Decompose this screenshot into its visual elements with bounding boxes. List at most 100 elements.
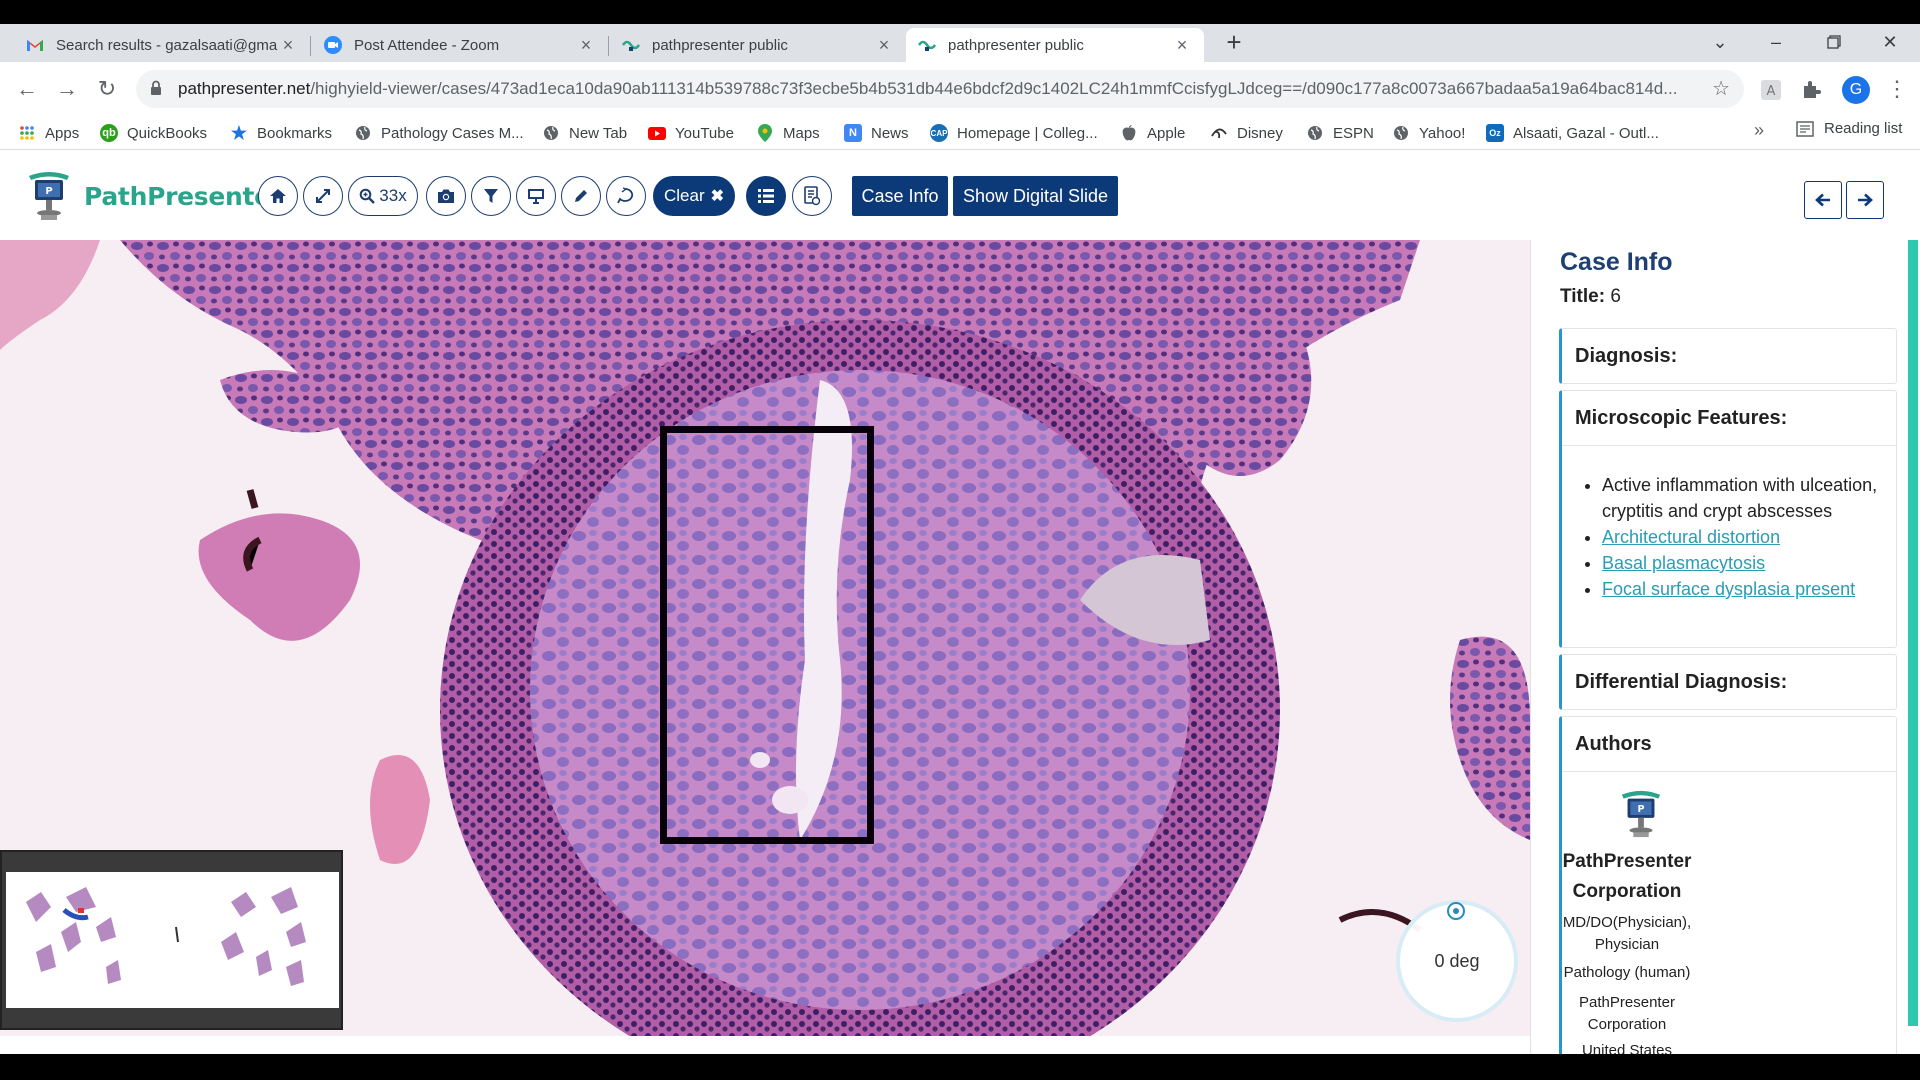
list-view-button[interactable] — [746, 176, 786, 216]
case-info-heading: Case Info — [1560, 248, 1673, 276]
extensions-puzzle-icon[interactable] — [1800, 79, 1822, 101]
close-icon[interactable]: × — [278, 35, 298, 56]
home-button[interactable] — [258, 176, 298, 216]
reload-icon[interactable]: ↻ — [92, 74, 122, 104]
slide-viewer[interactable]: 0 deg — [0, 240, 1530, 1036]
extension-icon[interactable]: A — [1760, 79, 1782, 101]
panel-scrollbar[interactable] — [1908, 240, 1918, 1026]
bookmark-new-tab[interactable]: New Tab — [542, 120, 627, 146]
tab-pathpresenter-1[interactable]: pathpresenter public × — [610, 28, 906, 62]
feature-item[interactable]: Basal plasmacytosis — [1602, 550, 1886, 576]
close-icon[interactable]: × — [874, 35, 894, 56]
feature-item[interactable]: Architectural distortion — [1602, 524, 1886, 550]
zoom-magnifier-icon — [359, 188, 376, 204]
microscopic-features-card[interactable]: Microscopic Features: Active inflammatio… — [1559, 390, 1897, 648]
globe-icon — [1392, 124, 1410, 142]
show-digital-slide-button[interactable]: Show Digital Slide — [953, 176, 1118, 216]
close-icon[interactable]: × — [1172, 35, 1192, 56]
bookmark-outlook[interactable]: Oz Alsaati, Gazal - Outl... — [1486, 120, 1659, 146]
bookmark-espn[interactable]: ESPN — [1306, 120, 1374, 146]
bookmark-yahoo[interactable]: Yahoo! — [1392, 120, 1465, 146]
bookmark-youtube[interactable]: YouTube — [648, 120, 734, 146]
bookmark-maps[interactable]: Maps — [756, 120, 820, 146]
case-title-key: Title: — [1560, 286, 1606, 307]
camera-icon — [438, 189, 454, 203]
new-tab-button[interactable]: + — [1220, 28, 1248, 56]
bookmarks-overflow-icon[interactable]: » — [1754, 120, 1764, 141]
previous-case-button[interactable] — [1804, 181, 1842, 219]
pathpresenter-logo[interactable]: P PathPresenter — [26, 170, 283, 222]
author-specialty: Pathology (human) — [1563, 964, 1691, 981]
bookmark-label: Maps — [783, 124, 820, 142]
globe-icon — [354, 124, 372, 142]
bookmark-pathology-cases[interactable]: Pathology Cases M... — [354, 120, 524, 146]
forward-icon[interactable]: → — [52, 74, 82, 104]
clear-x-icon: ✖ — [710, 188, 725, 205]
filter-button[interactable] — [471, 176, 511, 216]
slide-thumbnail-navigator[interactable] — [0, 850, 343, 1030]
report-button[interactable] — [792, 176, 832, 216]
tab-zoom[interactable]: Post Attendee - Zoom × — [312, 28, 608, 62]
authors-card: Authors P PathPresenter Corporation MD/D… — [1559, 716, 1897, 1054]
pathpresenter-icon — [918, 36, 936, 54]
minimize-button[interactable]: – — [1756, 30, 1796, 54]
tab-pathpresenter-2[interactable]: pathpresenter public × — [906, 28, 1204, 62]
feature-link[interactable]: Focal surface dysplasia present — [1602, 579, 1855, 599]
bookmarks-bar: Apps qb QuickBooks ★ Bookmarks Pathology… — [0, 116, 1920, 150]
present-button[interactable] — [516, 176, 556, 216]
rotation-dial[interactable]: 0 deg — [1396, 900, 1518, 1022]
logo-text: PathPresenter — [84, 181, 283, 211]
feature-item: Active inflammation with ulceation, cryp… — [1602, 472, 1886, 524]
bookmark-news[interactable]: N News — [844, 120, 909, 146]
restore-button[interactable] — [1814, 30, 1854, 54]
next-case-button[interactable] — [1846, 181, 1884, 219]
freehand-button[interactable] — [606, 176, 646, 216]
url-path: /highyield-viewer/cases/473ad1eca10da90a… — [310, 79, 1678, 98]
bookmark-label: YouTube — [675, 124, 734, 142]
bookmark-label: Apps — [45, 124, 80, 142]
diagnosis-card[interactable]: Diagnosis: — [1559, 328, 1897, 384]
bookmark-quickbooks[interactable]: qb QuickBooks — [100, 120, 207, 146]
tab-gmail[interactable]: Search results - gazalsaati@gmail × — [14, 28, 310, 62]
menu-kebab-icon[interactable]: ⋮ — [1886, 76, 1908, 104]
differential-diagnosis-card[interactable]: Differential Diagnosis: — [1559, 654, 1897, 710]
feature-link[interactable]: Architectural distortion — [1602, 527, 1780, 547]
bookmark-apple[interactable]: Apple — [1120, 120, 1185, 146]
bookmark-label: Yahoo! — [1419, 124, 1466, 142]
back-icon[interactable]: ← — [12, 74, 42, 104]
bookmark-homepage-college[interactable]: CAP Homepage | Colleg... — [930, 120, 1098, 146]
rotation-handle[interactable] — [1447, 902, 1465, 920]
clear-button[interactable]: Clear ✖ — [653, 176, 735, 216]
thumbnail-image — [6, 872, 339, 1008]
bookmark-star-icon[interactable]: ☆ — [1712, 78, 1730, 100]
close-window-button[interactable]: ✕ — [1870, 30, 1910, 54]
tab-search-icon[interactable]: ⌄ — [1700, 30, 1740, 54]
region-of-interest-box[interactable] — [660, 426, 874, 844]
profile-avatar[interactable]: G — [1842, 76, 1870, 104]
author-institution: PathPresenter Corporation — [1579, 994, 1675, 1033]
annotate-button[interactable] — [561, 176, 601, 216]
tab-title: Post Attendee - Zoom — [354, 36, 500, 54]
fullscreen-button[interactable] — [303, 176, 343, 216]
close-icon[interactable]: × — [576, 35, 596, 56]
authors-heading: Authors — [1575, 733, 1652, 755]
feature-item[interactable]: Focal surface dysplasia present — [1602, 576, 1886, 602]
bookmark-apps[interactable]: Apps — [18, 120, 79, 146]
zoom-button[interactable]: 33x — [348, 176, 418, 216]
feature-link[interactable]: Basal plasmacytosis — [1602, 553, 1765, 573]
case-info-button[interactable]: Case Info — [852, 176, 948, 216]
document-icon — [804, 186, 821, 206]
bookmark-label: Disney — [1237, 124, 1283, 142]
tab-divider — [310, 36, 311, 56]
bookmark-bookmarks[interactable]: ★ Bookmarks — [230, 120, 332, 146]
globe-icon — [1306, 124, 1324, 142]
expand-icon — [316, 189, 330, 203]
tab-title: pathpresenter public — [948, 36, 1084, 54]
apple-icon — [1120, 124, 1138, 142]
screenshot-button[interactable] — [426, 176, 466, 216]
tab-divider — [608, 36, 609, 56]
bottom-bar — [0, 1054, 1920, 1080]
reading-list-button[interactable]: Reading list — [1796, 120, 1902, 137]
bookmark-disney[interactable]: Disney — [1210, 120, 1283, 146]
address-bar[interactable]: pathpresenter.net/highyield-viewer/cases… — [136, 70, 1744, 108]
